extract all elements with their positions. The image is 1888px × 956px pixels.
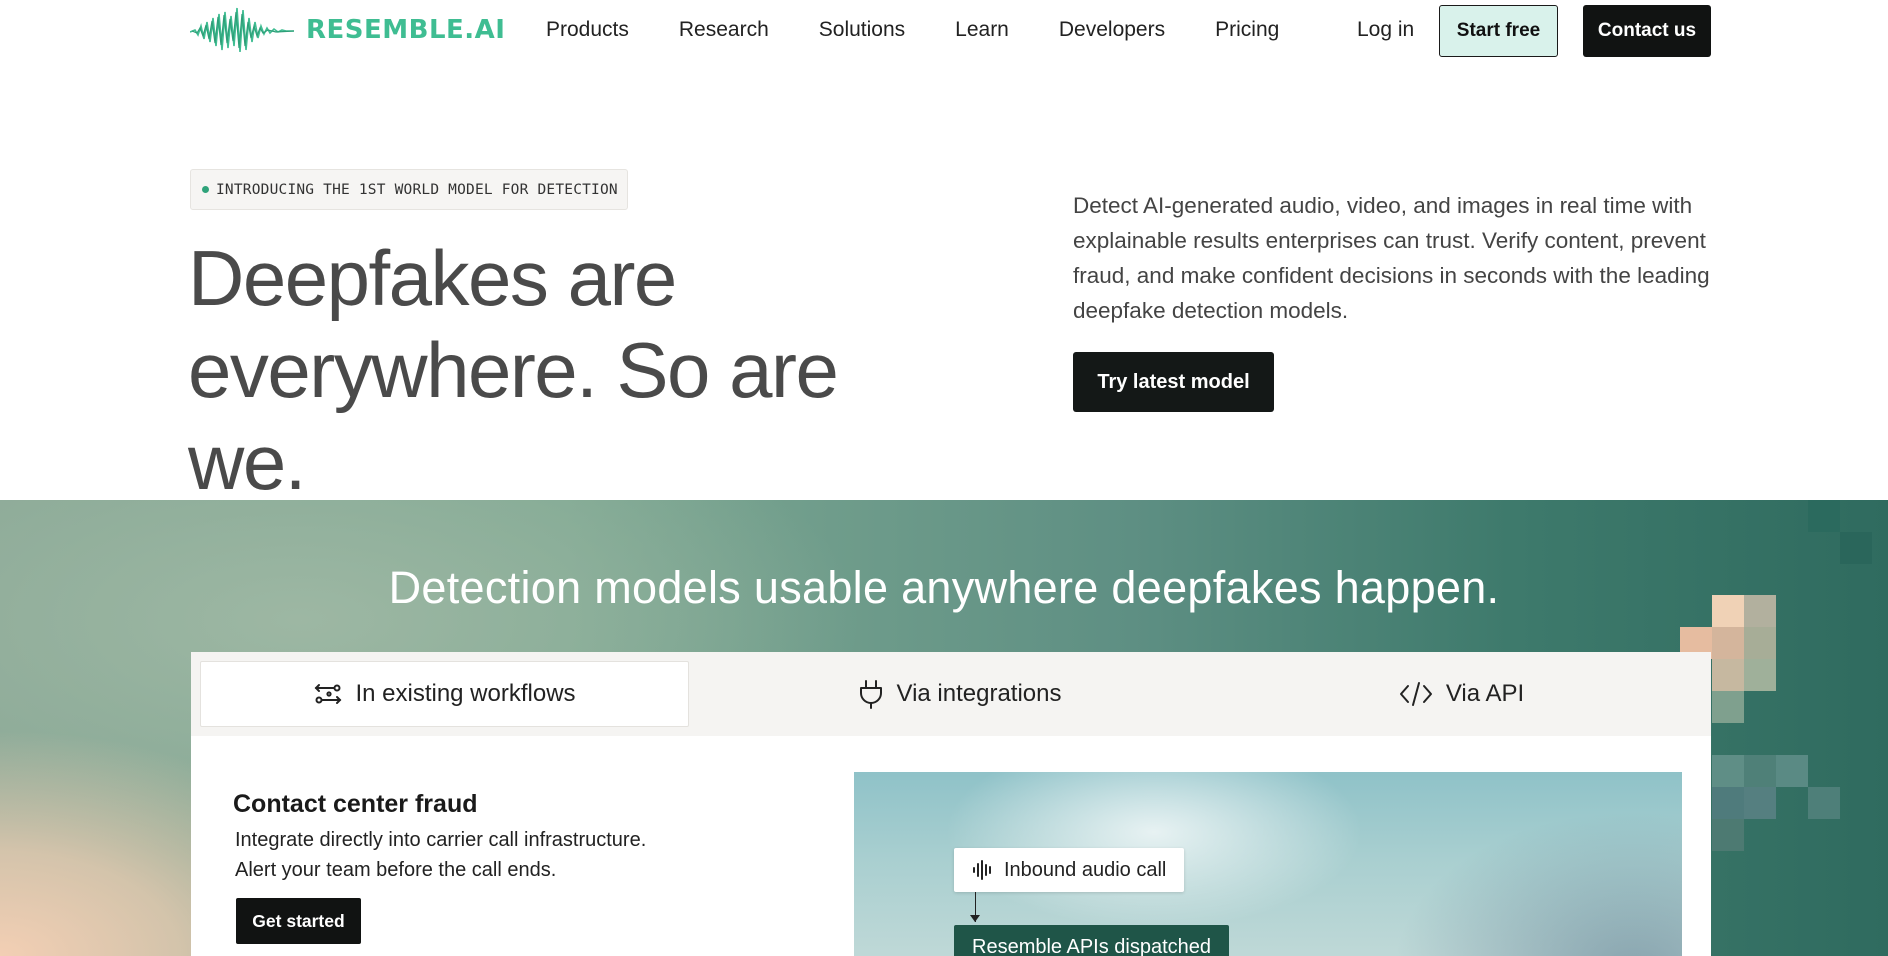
nav-item-developers[interactable]: Developers [1059,18,1165,42]
main-nav: Products Research Solutions Learn Develo… [546,18,1329,42]
badge-text: INTRODUCING THE 1ST WORLD MODEL FOR DETE… [216,181,618,198]
mosaic-pixel [1840,532,1872,564]
site-header: RESEMBLE.AI Products Research Solutions … [0,0,1888,64]
tab-label: In existing workflows [355,680,576,707]
login-link[interactable]: Log in [1357,18,1414,42]
detection-section: Detection models usable anywhere deepfak… [0,500,1888,956]
inbound-audio-call-step: Inbound audio call [954,848,1185,892]
mosaic-pixel [1776,755,1808,787]
tab-via-api[interactable]: Via API [1221,661,1701,727]
hero-description: Detect AI-generated audio, video, and im… [1073,193,1710,323]
mosaic-pixel [1712,659,1744,691]
section-title: Detection models usable anywhere deepfak… [388,562,1500,613]
status-dot-icon [202,186,209,193]
tab-via-integrations[interactable]: Via integrations [719,661,1199,727]
mosaic-pixel [1712,627,1744,659]
step-label: Inbound audio call [1004,858,1167,881]
flow-illustration: Inbound audio call Resemble APIs dispatc… [854,772,1682,956]
start-free-button[interactable]: Start free [1439,5,1558,57]
tab-label: Via API [1445,680,1525,707]
nav-item-pricing[interactable]: Pricing [1215,18,1279,42]
mosaic-pixel [1744,627,1776,659]
tab-existing-workflows[interactable]: In existing workflows [200,661,689,727]
apis-dispatched-step: Resemble APIs dispatched [954,925,1230,956]
nav-item-research[interactable]: Research [679,18,769,42]
get-started-button[interactable]: Get started [236,898,361,944]
code-icon [1399,682,1432,706]
nav-item-learn[interactable]: Learn [955,18,1009,42]
logo[interactable]: RESEMBLE.AI [190,6,505,54]
audio-waveform-icon [973,860,991,880]
mosaic-pixel [1808,500,1840,532]
mosaic-pixel [1712,819,1744,851]
plug-icon [859,680,882,709]
workflow-icon [315,684,342,704]
card-title: Contact center fraud [233,790,478,818]
mosaic-pixel [1712,755,1744,787]
tab-label: Via integrations [896,680,1062,707]
card-description-line-2: Alert your team before the call ends. [235,859,557,881]
logo-text: RESEMBLE.AI [306,15,506,45]
mosaic-pixel [1744,787,1776,819]
mosaic-pixel [1744,755,1776,787]
mosaic-pixel [1808,787,1840,819]
arrow-down-icon [970,915,980,922]
hero-title: Deepfakes are everywhere. So are we. [188,232,948,508]
nav-item-products[interactable]: Products [546,18,629,42]
card-description-line-1: Integrate directly into carrier call inf… [235,829,647,851]
contact-us-button[interactable]: Contact us [1583,5,1711,57]
use-case-panel: In existing workflows Via integrations V… [191,652,1711,956]
try-latest-model-button[interactable]: Try latest model [1073,352,1274,412]
step-label: Resemble APIs dispatched [972,935,1212,956]
mosaic-pixel [1712,691,1744,723]
nav-item-solutions[interactable]: Solutions [819,18,905,42]
card-description: Integrate directly into carrier call inf… [235,825,715,885]
tab-bar: In existing workflows Via integrations V… [191,652,1711,736]
hero-title-line-1: Deepfakes are [188,234,677,322]
hero-title-line-2: everywhere. So are we. [188,326,839,506]
mosaic-pixel [1744,659,1776,691]
mosaic-pixel [1712,787,1744,819]
announcement-badge[interactable]: INTRODUCING THE 1ST WORLD MODEL FOR DETE… [190,169,628,210]
waveform-logo-icon [190,7,294,53]
